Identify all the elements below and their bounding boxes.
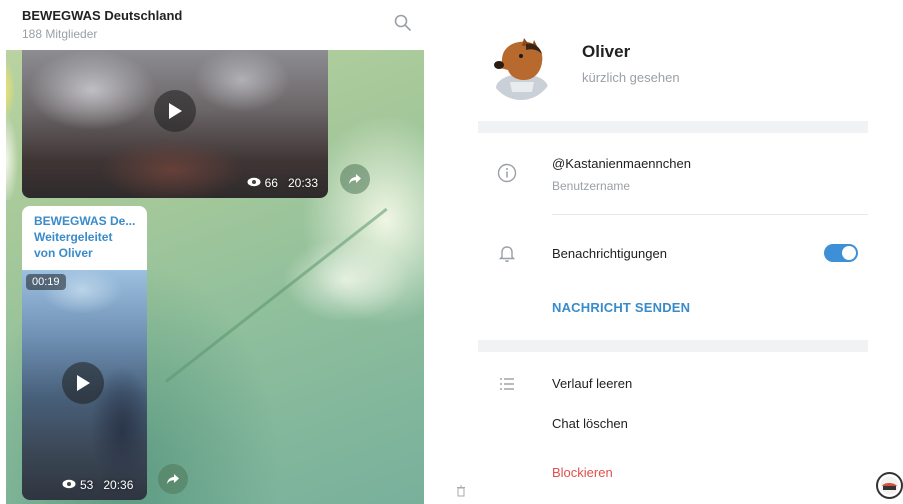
- forwarded-header[interactable]: BEWEGWAS De... Weitergeleitet von Oliver: [22, 206, 147, 272]
- forward-author[interactable]: von Oliver: [34, 245, 135, 261]
- member-count: 188 Mitglieder: [22, 27, 98, 41]
- send-message-button[interactable]: NACHRICHT SENDEN: [552, 300, 690, 315]
- eye-icon: [247, 176, 261, 190]
- profile-panel: Oliver kürzlich gesehen @Kastanienmaennc…: [478, 0, 868, 504]
- chat-panel: BEWEGWAS Deutschland 188 Mitglieder 66 2…: [0, 0, 426, 504]
- video-message[interactable]: 00:19 53 20:36: [22, 270, 147, 500]
- corner-avatar[interactable]: [876, 472, 903, 499]
- list-icon: [496, 373, 518, 395]
- video-duration: 20:33: [287, 176, 318, 190]
- wallpaper-stem: [165, 207, 388, 383]
- block-button[interactable]: Blockieren: [552, 465, 613, 480]
- play-icon[interactable]: [62, 362, 104, 404]
- info-icon: [496, 162, 518, 184]
- forward-label: Weitergeleitet: [34, 230, 113, 244]
- toggle-knob: [842, 246, 856, 260]
- clear-history-button[interactable]: Verlauf leeren: [552, 376, 632, 391]
- chat-wallpaper: 66 20:33 BEWEGWAS De... Weitergeleitet v…: [6, 50, 424, 504]
- play-icon[interactable]: [154, 90, 196, 132]
- notifications-label: Benachrichtigungen: [552, 246, 667, 261]
- duration-badge: 00:19: [26, 274, 66, 290]
- avatar[interactable]: [488, 32, 554, 100]
- search-icon[interactable]: [392, 12, 414, 34]
- chat-header[interactable]: BEWEGWAS Deutschland 188 Mitglieder: [0, 0, 426, 50]
- video-stats: 53 20:36: [62, 478, 133, 492]
- username-label: Benutzername: [552, 179, 631, 193]
- delete-chat-button[interactable]: Chat löschen: [552, 416, 628, 431]
- username-value[interactable]: @Kastanienmaennchen: [552, 156, 691, 171]
- profile-name: Oliver: [582, 42, 631, 61]
- video-stats: 66 20:33: [247, 176, 318, 190]
- row-divider: [552, 214, 868, 215]
- view-count: 66: [264, 176, 278, 190]
- view-count: 53: [80, 478, 94, 492]
- video-duration: 20:36: [103, 478, 134, 492]
- chat-title[interactable]: BEWEGWAS Deutschland: [22, 8, 182, 23]
- section-divider: [478, 340, 868, 352]
- last-seen-status: kürzlich gesehen: [582, 70, 680, 85]
- video-message[interactable]: 66 20:33: [22, 50, 328, 198]
- forward-source[interactable]: BEWEGWAS De...: [34, 213, 135, 229]
- share-icon[interactable]: [158, 464, 188, 494]
- eye-icon: [62, 478, 76, 492]
- section-divider: [478, 121, 868, 133]
- trash-icon[interactable]: [455, 484, 467, 497]
- notifications-toggle[interactable]: [824, 244, 858, 262]
- share-icon[interactable]: [340, 164, 370, 194]
- bell-icon: [496, 242, 518, 264]
